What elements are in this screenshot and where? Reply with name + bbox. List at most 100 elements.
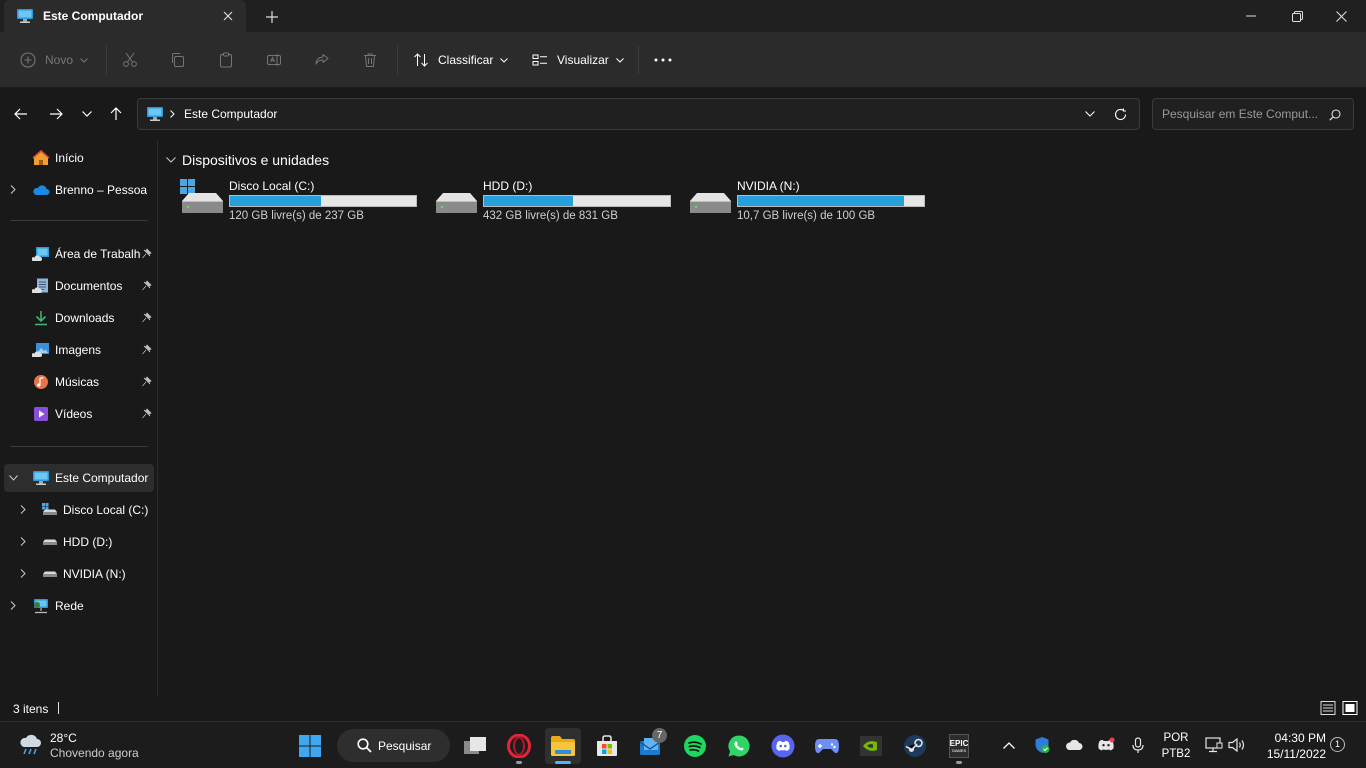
folder-icon [551, 736, 575, 756]
sidebar-item-this-pc[interactable]: Este Computador [4, 464, 154, 492]
view-button[interactable]: Visualizar [532, 46, 624, 74]
epic-games-app[interactable]: EPIC GAMES [941, 728, 977, 764]
pin-icon[interactable] [142, 344, 152, 355]
whatsapp-app[interactable] [721, 728, 757, 764]
navigation-pane: Início Brenno – Pessoal Área de Trabalho… [0, 140, 158, 696]
sidebar-item-desktop[interactable]: Área de Trabalho [4, 240, 154, 268]
volume-tray[interactable] [1226, 734, 1248, 756]
pin-icon[interactable] [142, 312, 152, 323]
defender-tray[interactable] [1031, 734, 1053, 756]
address-history-icon[interactable] [1085, 111, 1095, 117]
home-icon [32, 150, 50, 165]
chevron-right-icon[interactable] [10, 601, 16, 610]
chevron-right-icon[interactable] [20, 569, 26, 578]
group-header[interactable]: Dispositivos e unidades [166, 152, 329, 168]
copy-button[interactable] [170, 46, 186, 74]
command-bar: Novo Classificar Visualizar [0, 32, 1366, 88]
content-pane: Dispositivos e unidades Disco Local (C:)… [160, 140, 1366, 696]
search-icon[interactable] [1329, 109, 1341, 121]
forward-button[interactable] [45, 103, 67, 125]
onedrive-tray[interactable] [1063, 734, 1085, 756]
xbox-app[interactable] [809, 728, 845, 764]
video-icon [34, 407, 48, 421]
sidebar-item-drive-c[interactable]: Disco Local (C:) [4, 496, 154, 524]
spotify-app[interactable] [677, 728, 713, 764]
pin-icon[interactable] [142, 280, 152, 291]
copy-icon [172, 53, 184, 67]
close-window-icon[interactable] [1318, 0, 1364, 32]
file-explorer-app[interactable] [545, 728, 581, 764]
more-options-button[interactable] [654, 46, 672, 74]
sidebar-item-onedrive[interactable]: Brenno – Pessoal [4, 176, 154, 204]
tab-este-computador[interactable]: Este Computador [4, 0, 246, 32]
sidebar-item-downloads[interactable]: Downloads [4, 304, 154, 332]
sidebar-item-music[interactable]: Músicas [4, 368, 154, 396]
sidebar-item-drive-n[interactable]: NVIDIA (N:) [4, 560, 154, 588]
refresh-icon[interactable] [1114, 108, 1127, 121]
search-box[interactable] [1152, 98, 1354, 130]
sort-button[interactable]: Classificar [413, 46, 509, 74]
up-button[interactable] [105, 103, 127, 125]
details-view-icon[interactable] [1320, 700, 1336, 716]
epic-logo-subtext: GAMES [951, 748, 967, 753]
drive-tile-c[interactable]: Disco Local (C:) 120 GB livre(s) de 237 … [179, 176, 429, 226]
sidebar-item-videos[interactable]: Vídeos [4, 400, 154, 428]
pin-icon[interactable] [142, 408, 152, 419]
new-tab-icon[interactable] [262, 7, 282, 27]
network-tray[interactable] [1203, 734, 1225, 756]
task-view-button[interactable] [457, 728, 493, 764]
opera-app[interactable] [501, 728, 537, 764]
minimize-icon[interactable] [1228, 0, 1274, 32]
address-bar[interactable]: Este Computador [137, 98, 1140, 130]
mail-badge: 7 [652, 728, 667, 743]
new-button[interactable]: Novo [20, 46, 88, 74]
discord-tray[interactable] [1095, 734, 1117, 756]
mail-app[interactable]: 7 [633, 728, 669, 764]
paste-button[interactable] [218, 46, 234, 74]
arrow-left-icon [14, 108, 27, 120]
sidebar-item-pictures[interactable]: Imagens [4, 336, 154, 364]
share-button[interactable] [314, 46, 330, 74]
rename-button[interactable] [266, 46, 282, 74]
microsoft-store-app[interactable] [589, 728, 625, 764]
nvidia-app[interactable] [853, 728, 889, 764]
chevron-right-icon[interactable] [20, 537, 26, 546]
back-button[interactable] [10, 103, 32, 125]
drive-tile-d[interactable]: HDD (D:) 432 GB livre(s) de 831 GB [433, 176, 683, 226]
show-hidden-icons[interactable] [998, 734, 1020, 756]
close-tab-icon[interactable] [220, 8, 236, 24]
sidebar-item-home[interactable]: Início [4, 144, 154, 172]
sidebar-item-drive-d[interactable]: HDD (D:) [4, 528, 154, 556]
discord-icon [1098, 737, 1115, 751]
pin-icon[interactable] [142, 376, 152, 387]
input-language[interactable]: POR PTB2 [1158, 730, 1194, 762]
discord-app[interactable] [765, 728, 801, 764]
shield-icon [1035, 737, 1050, 753]
chevron-down-icon[interactable] [9, 475, 18, 481]
microphone-tray[interactable] [1127, 734, 1149, 756]
recent-locations-button[interactable] [76, 103, 98, 125]
delete-button[interactable] [362, 46, 378, 74]
sidebar-item-documents[interactable]: Documentos [4, 272, 154, 300]
sidebar-item-network[interactable]: Rede [4, 592, 154, 620]
share-icon [315, 54, 329, 65]
hard-drive-icon [43, 571, 57, 577]
sidebar-label: Brenno – Pessoal [55, 183, 147, 197]
pin-icon[interactable] [142, 248, 152, 259]
chevron-right-icon[interactable] [20, 505, 26, 514]
restore-icon[interactable] [1274, 0, 1320, 32]
tiles-view-icon[interactable] [1342, 700, 1358, 716]
drive-tile-n[interactable]: NVIDIA (N:) 10,7 GB livre(s) de 100 GB [687, 176, 937, 226]
search-input[interactable] [1162, 107, 1324, 121]
steam-app[interactable] [897, 728, 933, 764]
start-button[interactable] [292, 728, 328, 764]
notification-badge[interactable]: 1 [1330, 737, 1345, 752]
address-location[interactable]: Este Computador [184, 107, 277, 121]
cut-button[interactable] [122, 46, 138, 74]
clock[interactable]: 04:30 PM 15/11/2022 [1254, 730, 1326, 762]
weather-widget[interactable]: 28°C Chovendo agora [14, 728, 154, 764]
sidebar-label: NVIDIA (N:) [63, 567, 126, 581]
taskbar-search[interactable]: Pesquisar [337, 729, 450, 762]
computer-icon [147, 107, 163, 121]
chevron-right-icon[interactable] [10, 185, 16, 194]
